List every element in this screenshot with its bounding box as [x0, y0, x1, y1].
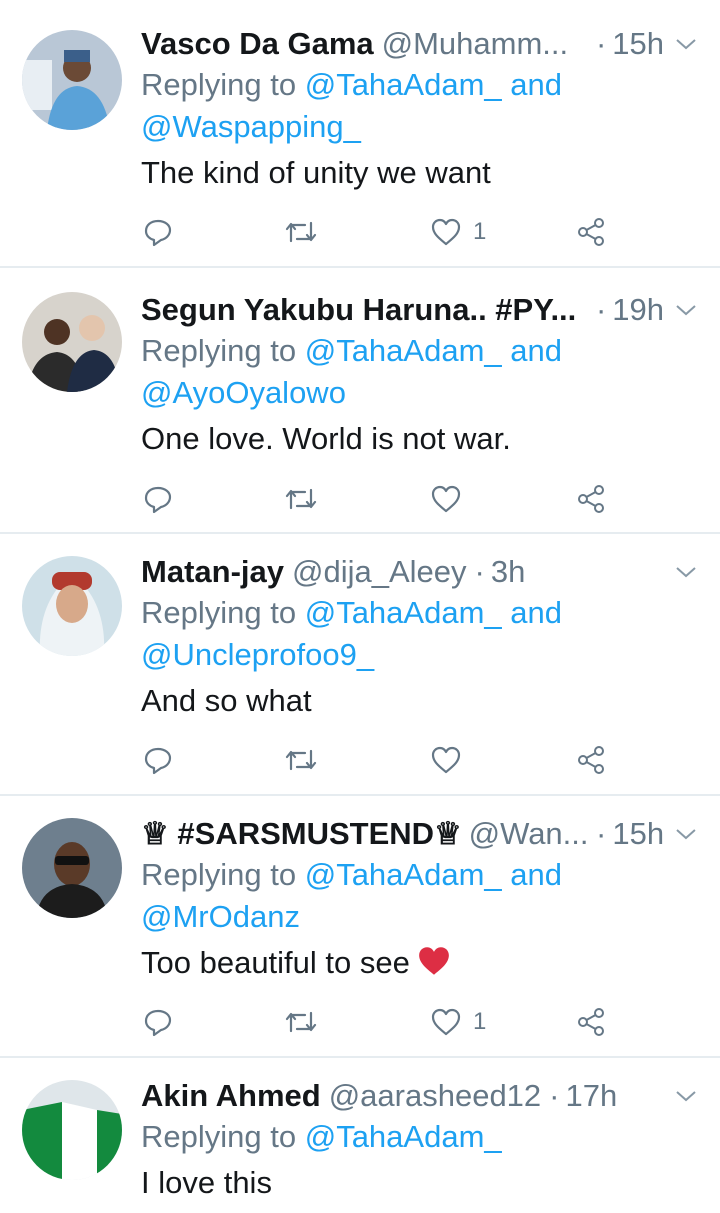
author-name[interactable]: ♕ #SARSMUSTEND♕ — [141, 814, 461, 854]
reply-icon — [144, 486, 172, 514]
share-icon — [578, 485, 604, 513]
like-button[interactable] — [431, 479, 473, 519]
separator-dot: · — [596, 816, 607, 851]
chevron-down-icon[interactable] — [672, 34, 700, 54]
mention-link[interactable]: @AyoOyalowo — [141, 375, 346, 410]
author-handle[interactable]: @dija_Aleey — [292, 552, 467, 592]
tweet[interactable]: Matan-jay @dija_Aleey · 3h Replying to @… — [0, 534, 720, 796]
share-icon — [578, 1008, 604, 1036]
retweet-button[interactable] — [283, 1002, 319, 1042]
author-handle[interactable]: @Wan... — [469, 814, 588, 854]
timestamp[interactable]: 15h — [612, 24, 664, 64]
share-button[interactable] — [576, 740, 606, 780]
retweet-button[interactable] — [283, 740, 319, 780]
avatar[interactable] — [22, 818, 122, 918]
mention-link[interactable]: @TahaAdam_ — [305, 857, 502, 892]
timestamp[interactable]: 15h — [612, 814, 664, 854]
tweet-text: And so what — [141, 683, 312, 718]
timestamp[interactable]: 19h — [612, 290, 664, 330]
and-word: and — [510, 857, 562, 892]
avatar[interactable] — [22, 30, 122, 130]
share-button[interactable] — [576, 1002, 606, 1042]
chevron-down-icon[interactable] — [672, 1086, 700, 1106]
red-heart-emoji — [419, 947, 449, 975]
separator-dot: · — [474, 554, 485, 589]
author-name[interactable]: Segun Yakubu Haruna.. #PY... — [141, 290, 576, 330]
author-handle[interactable]: @Muhamm... — [382, 24, 569, 64]
tweet[interactable]: Vasco Da Gama @Muhamm... · 15h Replying … — [0, 0, 720, 268]
mention-link[interactable]: @Waspapping_ — [141, 109, 361, 144]
like-button[interactable] — [431, 740, 473, 780]
reply-button[interactable] — [143, 479, 173, 519]
retweet-button[interactable] — [283, 212, 319, 252]
and-word: and — [510, 333, 562, 368]
like-icon — [431, 218, 461, 246]
author-name[interactable]: Akin Ahmed — [141, 1076, 321, 1116]
tweet-text: Too beautiful to see — [141, 942, 700, 984]
share-icon — [578, 218, 604, 246]
retweet-icon — [285, 749, 317, 771]
reply-button[interactable] — [143, 740, 173, 780]
like-icon — [431, 746, 461, 774]
timestamp[interactable]: 17h — [566, 1076, 618, 1116]
avatar[interactable] — [22, 1080, 122, 1180]
tweet[interactable]: ♕ #SARSMUSTEND♕ @Wan... · 15h Replying t… — [0, 796, 720, 1058]
share-button[interactable] — [576, 212, 606, 252]
separator-dot: · — [595, 26, 607, 61]
mention-link[interactable]: @TahaAdam_ — [305, 333, 502, 368]
replying-to: Replying to @TahaAdam_ and @AyoOyalowo — [141, 333, 562, 410]
like-icon — [431, 1008, 461, 1036]
chevron-down-icon[interactable] — [672, 300, 700, 320]
retweet-icon — [285, 1011, 317, 1033]
reply-button[interactable] — [143, 1002, 173, 1042]
and-word: and — [510, 595, 562, 630]
tweet-text: The kind of unity we want — [141, 155, 491, 190]
author-handle[interactable]: @aarasheed12 — [329, 1076, 541, 1116]
tweet[interactable]: Segun Yakubu Haruna.. #PY... · 19h Reply… — [0, 268, 720, 534]
like-button[interactable]: 1 — [431, 1002, 486, 1042]
action-bar — [0, 740, 720, 780]
retweet-icon — [285, 488, 317, 510]
retweet-button[interactable] — [283, 479, 319, 519]
replying-to: Replying to @TahaAdam_ — [141, 1119, 502, 1154]
retweet-icon — [285, 221, 317, 243]
reply-icon — [144, 747, 172, 775]
chevron-down-icon[interactable] — [672, 824, 700, 844]
separator-dot: · — [549, 1078, 560, 1113]
chevron-down-icon[interactable] — [672, 562, 700, 582]
reply-button[interactable] — [143, 212, 173, 252]
timestamp[interactable]: 3h — [491, 552, 525, 592]
like-count: 1 — [473, 218, 487, 245]
mention-link[interactable]: @TahaAdam_ — [305, 1119, 502, 1154]
mention-link[interactable]: @Uncleprofoo9_ — [141, 637, 374, 672]
mention-link[interactable]: @TahaAdam_ — [305, 67, 502, 102]
tweet-text: I love this — [141, 1165, 272, 1200]
and-word: and — [510, 67, 562, 102]
reply-icon — [144, 1009, 172, 1037]
mention-link[interactable]: @TahaAdam_ — [305, 595, 502, 630]
tweet[interactable]: Akin Ahmed @aarasheed12 · 17h Replying t… — [0, 1058, 720, 1213]
share-icon — [578, 746, 604, 774]
separator-dot: · — [595, 292, 607, 327]
tweet-text: One love. World is not war. — [141, 421, 511, 456]
share-button[interactable] — [576, 479, 606, 519]
replying-to: Replying to @TahaAdam_ and @Uncleprofoo9… — [141, 595, 562, 672]
replying-to: Replying to @TahaAdam_ and @MrOdanz — [141, 857, 562, 934]
reply-icon — [144, 219, 172, 247]
action-bar: 1 — [0, 1002, 720, 1042]
like-icon — [431, 485, 461, 513]
author-name[interactable]: Vasco Da Gama — [141, 24, 374, 64]
mention-link[interactable]: @MrOdanz — [141, 899, 300, 934]
action-bar — [0, 479, 720, 519]
action-bar: 1 — [0, 212, 720, 252]
like-button[interactable]: 1 — [431, 212, 486, 252]
like-count: 1 — [473, 1008, 487, 1035]
avatar[interactable] — [22, 292, 122, 392]
avatar[interactable] — [22, 556, 122, 656]
author-name[interactable]: Matan-jay — [141, 552, 284, 592]
replying-to: Replying to @TahaAdam_ and @Waspapping_ — [141, 67, 562, 144]
